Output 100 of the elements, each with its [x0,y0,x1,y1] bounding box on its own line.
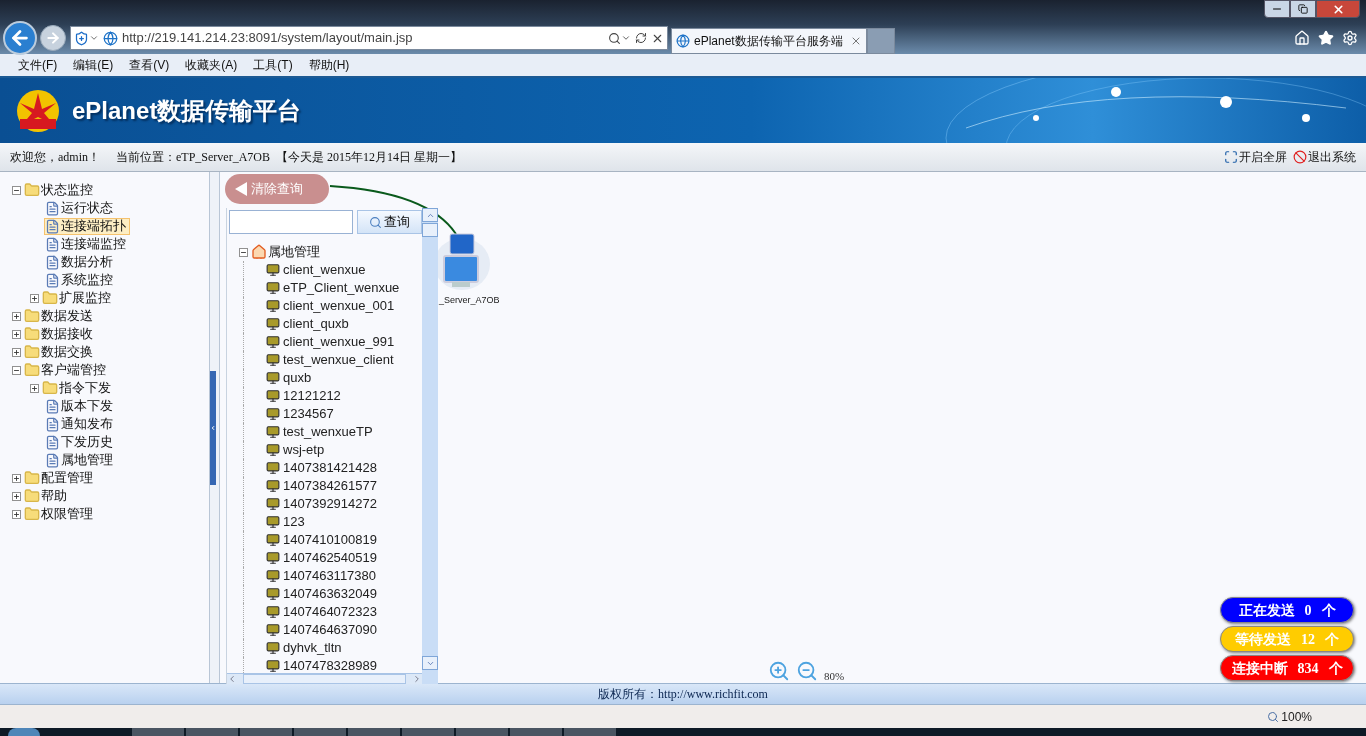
scroll-thumb[interactable] [243,674,406,684]
tree-item[interactable]: 1407384261577 [283,476,377,496]
zoom-status[interactable]: 100% [1267,707,1312,726]
nav-item[interactable]: 连接端拓扑 [44,217,130,235]
tree-item[interactable]: 1407463632049 [283,584,377,604]
scroll-thumb[interactable] [422,223,438,237]
nav-item[interactable]: 状态监控 [41,180,93,200]
nav-item[interactable]: 扩展监控 [59,288,111,308]
nav-item[interactable]: 数据发送 [41,306,93,326]
computer-icon [266,605,280,619]
tree-item[interactable]: 1407464072323 [283,602,377,622]
close-icon[interactable] [850,35,862,47]
address-bar[interactable]: http://219.141.214.23:8091/system/layout/main.jsp [70,26,668,50]
fullscreen-icon [1224,150,1238,164]
logout-link[interactable]: 退出系统 [1293,148,1356,166]
tree-item[interactable]: test_wenxue_client [283,350,394,370]
tree-item[interactable]: eTP_Client_wenxue [283,278,400,298]
vertical-scrollbar[interactable] [422,208,438,684]
nav-item[interactable]: 下发历史 [44,433,117,451]
nav-item[interactable]: 连接端监控 [44,235,130,253]
menu-item[interactable]: 帮助(H) [308,56,350,74]
menu-item[interactable]: 查看(V) [129,56,170,74]
minimize-button[interactable] [1264,0,1290,18]
expand-toggle[interactable] [12,311,21,321]
favorites-icon[interactable] [1318,30,1334,46]
tree-item[interactable]: 属地管理 [268,242,320,262]
folder-icon [24,308,40,324]
expand-toggle[interactable] [12,509,21,519]
tree-item[interactable]: 1407478328989 [283,656,377,673]
nav-item[interactable]: 系统监控 [44,271,117,289]
computer-icon [266,461,280,475]
close-button[interactable] [1316,0,1360,18]
tree-item[interactable]: dyhvk_tltn [283,638,342,658]
page-icon [45,236,60,252]
nav-item[interactable]: 通知发布 [44,415,117,433]
nav-item[interactable]: 配置管理 [41,468,93,488]
tree-item[interactable]: 1407463117380 [283,566,377,586]
page-icon [45,218,60,234]
nav-item[interactable]: 数据交换 [41,342,93,362]
expand-toggle[interactable] [30,383,39,393]
caret-icon[interactable] [621,33,631,43]
tree-item[interactable]: quxb [283,368,312,388]
tree-item[interactable]: client_wenxue_001 [283,296,395,316]
nav-item[interactable]: 数据接收 [41,324,93,344]
nav-item[interactable]: 版本下发 [44,397,117,415]
menu-item[interactable]: 收藏夹(A) [185,56,238,74]
nav-item[interactable]: 运行状态 [44,199,117,217]
home-icon[interactable] [1294,30,1310,46]
collapse-toggle[interactable] [12,185,21,195]
tree-item[interactable]: 1234567 [283,404,334,424]
collapse-toggle[interactable] [239,247,248,257]
expand-toggle[interactable] [12,347,21,357]
tree-item[interactable]: client_wenxue [283,260,366,280]
search-icon [369,215,382,229]
fullscreen-link[interactable]: 开启全屏 [1224,148,1287,166]
search-icon[interactable] [608,31,621,45]
menu-item[interactable]: 工具(T) [253,56,293,74]
plus-icon [13,330,20,338]
nav-item[interactable]: 权限管理 [41,504,93,524]
tree-item[interactable]: 123 [283,512,305,532]
folder-icon [24,344,40,360]
expand-toggle[interactable] [12,491,21,501]
tree-item[interactable]: wsj-etp [283,440,325,460]
nav-item[interactable]: 指令下发 [59,378,111,398]
collapse-handle[interactable] [210,370,216,485]
expand-toggle[interactable] [12,473,21,483]
nav-item[interactable]: 属地管理 [44,451,117,469]
back-button[interactable] [3,21,37,55]
logo-icon [16,88,60,133]
tree-item[interactable]: 1407462540519 [283,548,377,568]
query-button[interactable]: 查询 [357,210,422,234]
start-button[interactable] [8,728,40,736]
refresh-icon[interactable] [635,32,647,44]
search-field[interactable] [229,210,353,234]
tree-item[interactable]: client_wenxue_991 [283,332,395,352]
restore-button[interactable] [1290,0,1316,18]
zoom-out-icon[interactable] [796,660,818,682]
menu-item[interactable]: 编辑(E) [73,56,114,74]
tree-item[interactable]: test_wenxueTP [283,422,373,442]
tree-item[interactable]: 1407381421428 [283,458,377,478]
menu-item[interactable]: 文件(F) [18,56,58,74]
tree-item[interactable]: 1407410100819 [283,530,377,550]
browser-tab[interactable]: ePlanet数据传输平台服务端 [671,28,867,54]
collapse-toggle[interactable] [12,365,21,375]
forward-button[interactable] [40,25,66,51]
expand-toggle[interactable] [12,329,21,339]
nav-item[interactable]: 客户端管控 [41,360,106,380]
folder-icon [42,380,58,396]
settings-icon[interactable] [1342,30,1358,46]
horizontal-scrollbar[interactable] [227,673,422,684]
expand-toggle[interactable] [30,293,39,303]
tree-item[interactable]: 1407464637090 [283,620,377,640]
tree-item[interactable]: 12121212 [283,386,341,406]
nav-item[interactable]: 帮助 [41,486,67,506]
plus-icon [13,312,20,320]
tree-item[interactable]: 1407392914272 [283,494,377,514]
nav-item[interactable]: 数据分析 [44,253,117,271]
tree-item[interactable]: client_quxb [283,314,349,334]
zoom-in-icon[interactable] [768,660,790,682]
plus-icon [13,510,20,518]
